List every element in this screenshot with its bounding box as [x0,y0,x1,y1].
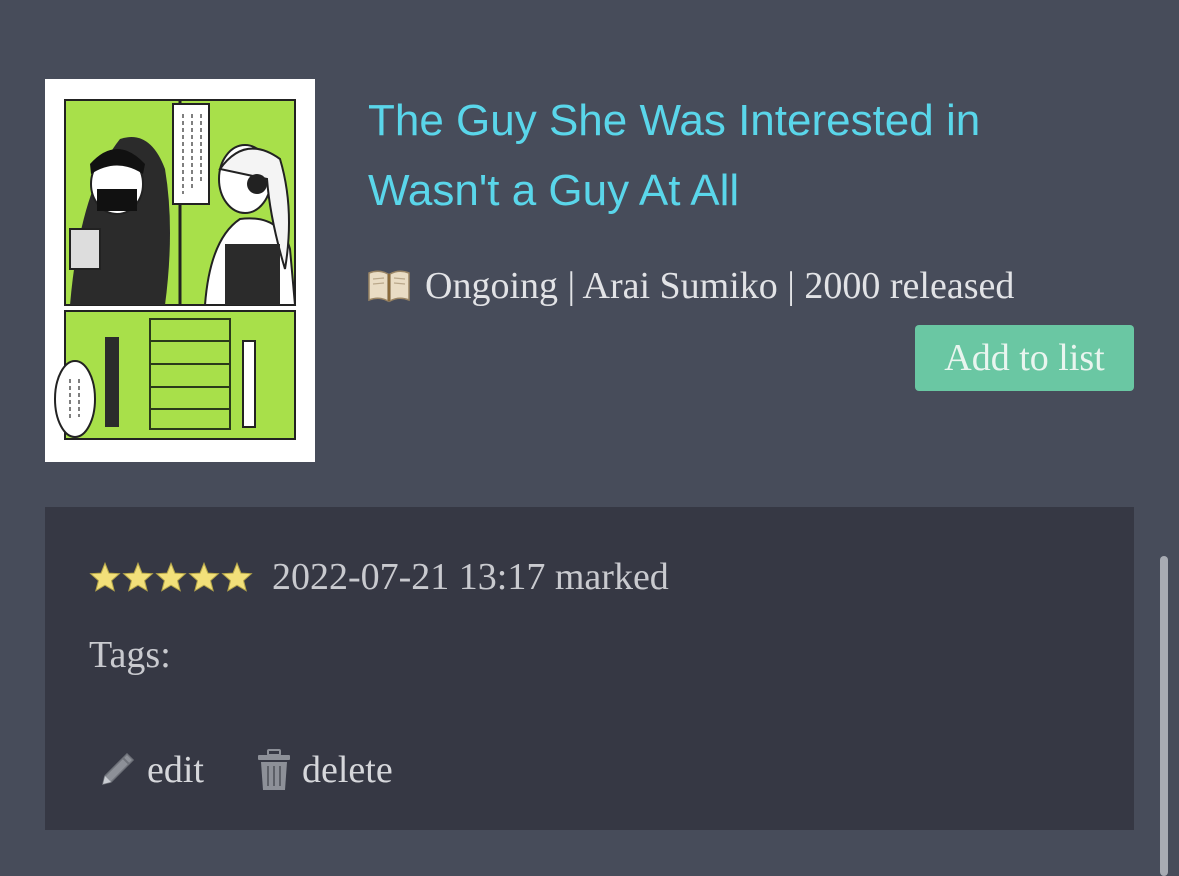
item-meta-text: Ongoing | Arai Sumiko | 2000 released [425,265,1015,307]
item-meta: Ongoing | Arai Sumiko | 2000 released [367,264,1014,308]
star-icon [89,562,121,592]
mark-timestamp: 2022-07-21 13:17 marked [272,556,669,598]
trash-icon [254,747,294,793]
book-icon [367,269,411,303]
star-icon [188,562,220,592]
delete-label: delete [301,749,393,791]
add-to-list-button[interactable]: Add to list [915,325,1134,391]
cover-image[interactable] [45,79,315,462]
rating-row: 2022-07-21 13:17 marked [89,555,669,599]
star-icon [155,562,187,592]
star-icon [122,562,154,592]
pencil-icon [95,748,139,792]
tags-label: Tags: [89,634,171,676]
star-rating [89,562,254,592]
cover-illustration [45,79,315,462]
mark-panel: 2022-07-21 13:17 marked Tags: edit delet… [45,507,1134,830]
edit-button[interactable]: edit [95,748,204,792]
mark-actions: edit delete [95,747,443,793]
star-icon [221,562,253,592]
item-title[interactable]: The Guy She Was Interested in Wasn't a G… [368,86,1108,226]
scrollbar[interactable] [1160,556,1168,876]
edit-label: edit [147,749,204,791]
delete-button[interactable]: delete [254,747,393,793]
